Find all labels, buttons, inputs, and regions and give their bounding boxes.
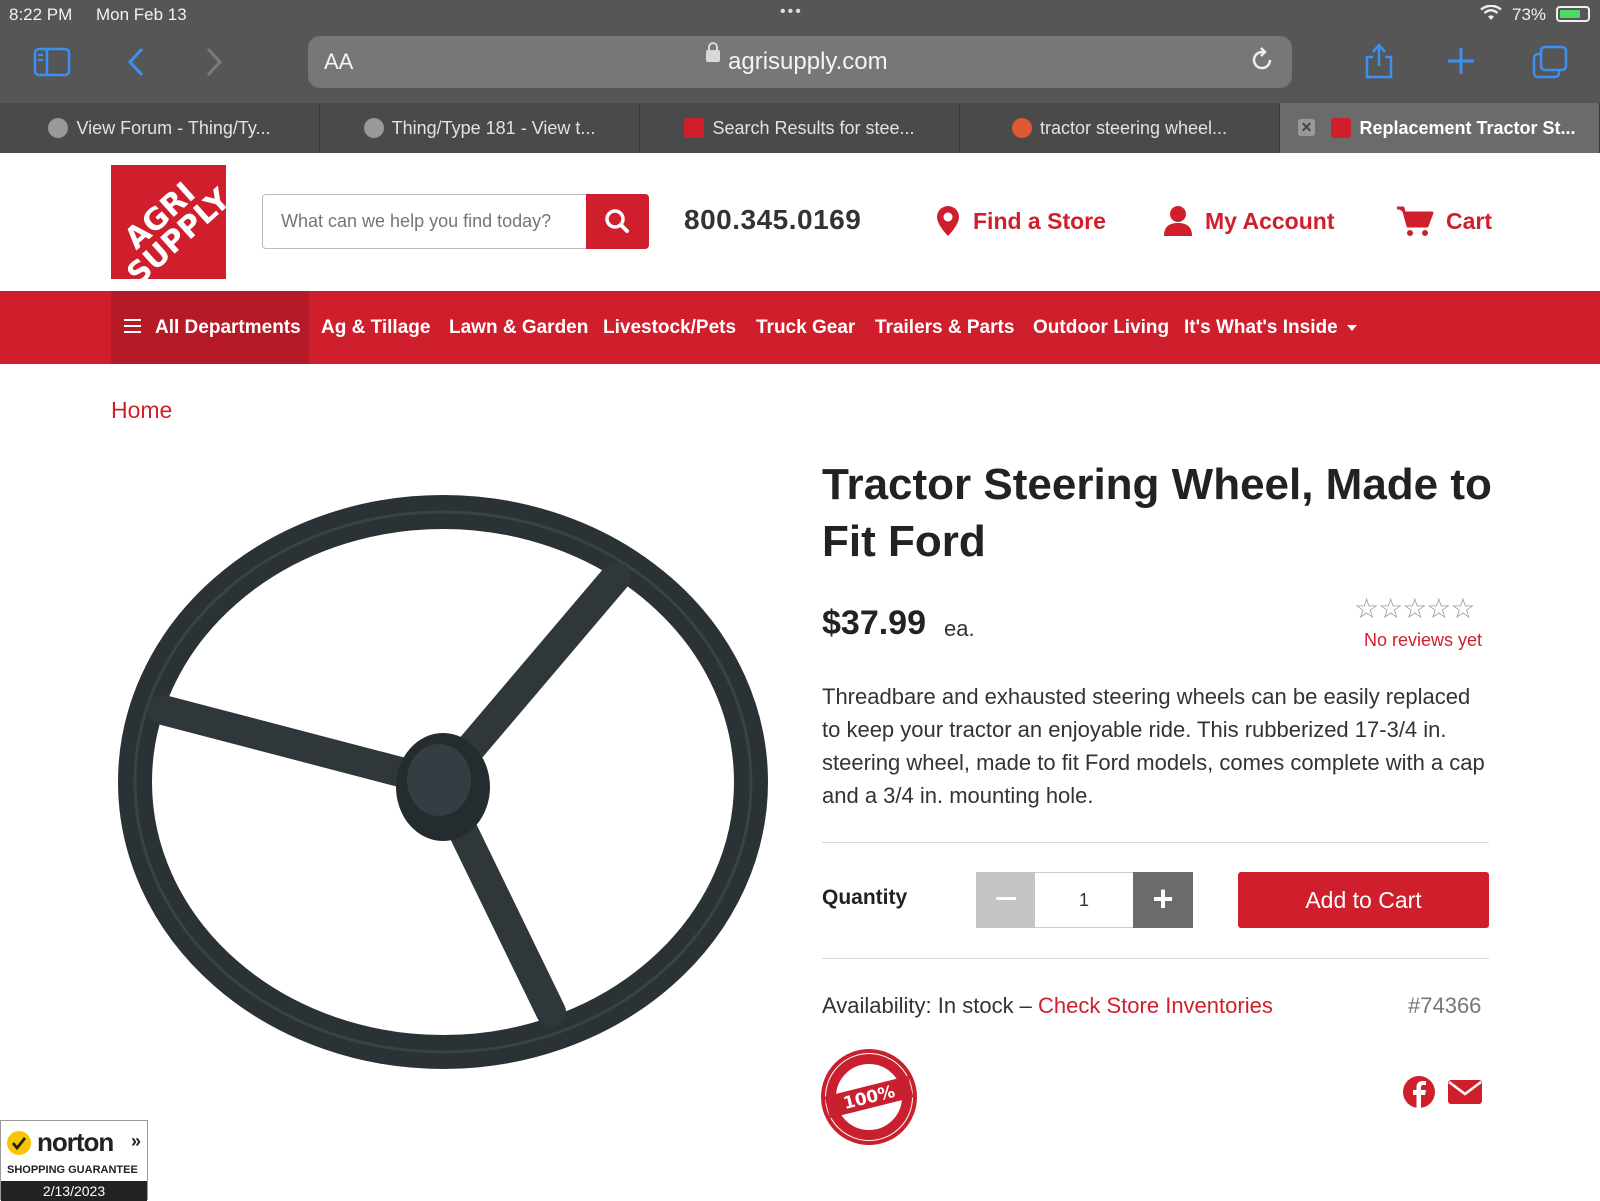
my-account-label: My Account	[1205, 207, 1335, 234]
sidebar-icon[interactable]	[33, 47, 71, 82]
norton-date: 2/13/2023	[1, 1181, 147, 1201]
rating-stars-icon[interactable]: ☆☆☆☆☆	[1354, 592, 1476, 625]
url-text[interactable]: agrisupply.com	[728, 48, 888, 76]
norton-check-icon	[7, 1131, 31, 1155]
logo-text: AGRI SUPPLY	[118, 175, 226, 279]
tab-label: Thing/Type 181 - View t...	[391, 118, 596, 138]
address-bar[interactable]: AA agrisupply.com	[308, 36, 1292, 88]
nav-whats-inside[interactable]: It's What's Inside	[1184, 291, 1357, 364]
search-box	[262, 194, 649, 249]
forward-icon[interactable]	[204, 47, 224, 82]
close-tab-icon[interactable]: ✕	[1298, 119, 1315, 136]
nav-trailers-parts[interactable]: Trailers & Parts	[875, 291, 1014, 364]
tab-bar: View Forum - Thing/Ty... Thing/Type 181 …	[0, 103, 1600, 153]
tab-search-results[interactable]: Search Results for stee...	[640, 103, 960, 153]
price-unit: ea.	[944, 616, 975, 641]
quantity-input[interactable]	[1035, 872, 1133, 928]
caret-down-icon	[1346, 324, 1357, 331]
status-date: Mon Feb 13	[96, 5, 187, 24]
reader-aa-button[interactable]: AA	[324, 49, 353, 75]
all-departments-menu[interactable]: All Departments	[111, 291, 309, 364]
status-bar: 8:22 PM Mon Feb 13 ••• 73%	[0, 0, 1600, 30]
tab-tractor-wheel[interactable]: tractor steering wheel...	[960, 103, 1280, 153]
quantity-label: Quantity	[822, 886, 908, 909]
availability-text: Availability: In stock –	[822, 993, 1032, 1018]
norton-tagline: SHOPPING GUARANTEE	[7, 1164, 138, 1176]
quantity-decrease-button[interactable]: −	[976, 872, 1036, 928]
divider	[822, 842, 1489, 843]
product-title: Tractor Steering Wheel, Made to Fit Ford	[822, 460, 1492, 566]
tab-label: Replacement Tractor St...	[1359, 118, 1576, 138]
battery-percent: 73%	[1512, 5, 1547, 24]
main-nav: All Departments Ag & Tillage Lawn & Gard…	[0, 291, 1600, 364]
product-description: Threadbare and exhausted steering wheels…	[822, 684, 1485, 808]
norton-shopping-guarantee-badge[interactable]: norton » SHOPPING GUARANTEE 2/13/2023	[0, 1120, 148, 1201]
email-share-icon[interactable]	[1448, 1078, 1482, 1106]
forum-favicon-icon	[363, 118, 384, 138]
reload-icon[interactable]	[1248, 46, 1276, 81]
product-price: $37.99	[822, 604, 926, 642]
duckduckgo-favicon-icon	[1011, 118, 1032, 138]
availability: Availability: In stock – Check Store Inv…	[822, 993, 1273, 1019]
find-store-label: Find a Store	[973, 207, 1106, 234]
wifi-icon	[1480, 4, 1502, 25]
breadcrumb-home[interactable]: Home	[111, 397, 172, 424]
new-tab-icon[interactable]	[1446, 46, 1476, 81]
nav-ag-tillage[interactable]: Ag & Tillage	[321, 291, 430, 364]
product-sku: #74366	[1408, 993, 1482, 1018]
hamburger-icon	[124, 318, 141, 333]
nav-whats-inside-label: It's What's Inside	[1184, 317, 1338, 338]
norton-brand: norton	[37, 1127, 114, 1157]
phone-number[interactable]: 800.345.0169	[684, 204, 861, 236]
tab-view-forum[interactable]: View Forum - Thing/Ty...	[0, 103, 320, 153]
steering-wheel-image[interactable]	[111, 480, 776, 1090]
find-store-link[interactable]: Find a Store	[935, 205, 1106, 237]
share-icon[interactable]	[1363, 42, 1395, 85]
no-reviews-link[interactable]: No reviews yet	[1364, 630, 1482, 651]
lock-icon	[706, 42, 720, 62]
chevron-right-icon: »	[131, 1131, 142, 1151]
divider	[822, 958, 1489, 959]
search-icon	[605, 209, 629, 233]
tab-replacement-tractor[interactable]: ✕ Replacement Tractor St...	[1280, 103, 1600, 153]
facebook-share-icon[interactable]	[1402, 1075, 1436, 1109]
tab-label: Search Results for stee...	[712, 118, 915, 138]
quantity-increase-button[interactable]: +	[1133, 872, 1193, 928]
agri-supply-logo[interactable]: AGRI SUPPLY	[111, 165, 226, 279]
satisfaction-guarantee-badge-icon: 100%	[821, 1049, 917, 1145]
map-pin-icon	[937, 206, 959, 236]
browser-chrome: 8:22 PM Mon Feb 13 ••• 73% AA agrisupply…	[0, 0, 1600, 153]
forum-favicon-icon	[48, 118, 69, 138]
multitasking-dots-icon[interactable]: •••	[780, 3, 803, 21]
cart-link[interactable]: Cart	[1396, 205, 1492, 237]
tab-label: View Forum - Thing/Ty...	[76, 118, 271, 138]
my-account-link[interactable]: My Account	[1163, 205, 1335, 237]
tab-label: tractor steering wheel...	[1039, 118, 1228, 138]
tsc-favicon-icon	[684, 118, 705, 138]
nav-outdoor-living[interactable]: Outdoor Living	[1033, 291, 1169, 364]
add-to-cart-button[interactable]: Add to Cart	[1238, 872, 1489, 928]
search-input[interactable]	[263, 195, 583, 248]
user-icon	[1164, 206, 1192, 236]
cart-label: Cart	[1446, 207, 1493, 234]
cart-icon	[1397, 206, 1434, 236]
search-button[interactable]	[586, 194, 649, 249]
status-time: 8:22 PM	[9, 5, 73, 24]
all-departments-label: All Departments	[155, 317, 301, 338]
check-store-inventories-link[interactable]: Check Store Inventories	[1038, 993, 1273, 1018]
nav-truck-gear[interactable]: Truck Gear	[756, 291, 855, 364]
tab-overview-icon[interactable]	[1532, 45, 1568, 84]
battery-icon	[1556, 6, 1590, 22]
agrisupply-favicon-icon	[1331, 118, 1352, 138]
tab-thing-type[interactable]: Thing/Type 181 - View t...	[320, 103, 640, 153]
nav-livestock-pets[interactable]: Livestock/Pets	[603, 291, 736, 364]
back-icon[interactable]	[126, 47, 146, 82]
nav-lawn-garden[interactable]: Lawn & Garden	[449, 291, 588, 364]
